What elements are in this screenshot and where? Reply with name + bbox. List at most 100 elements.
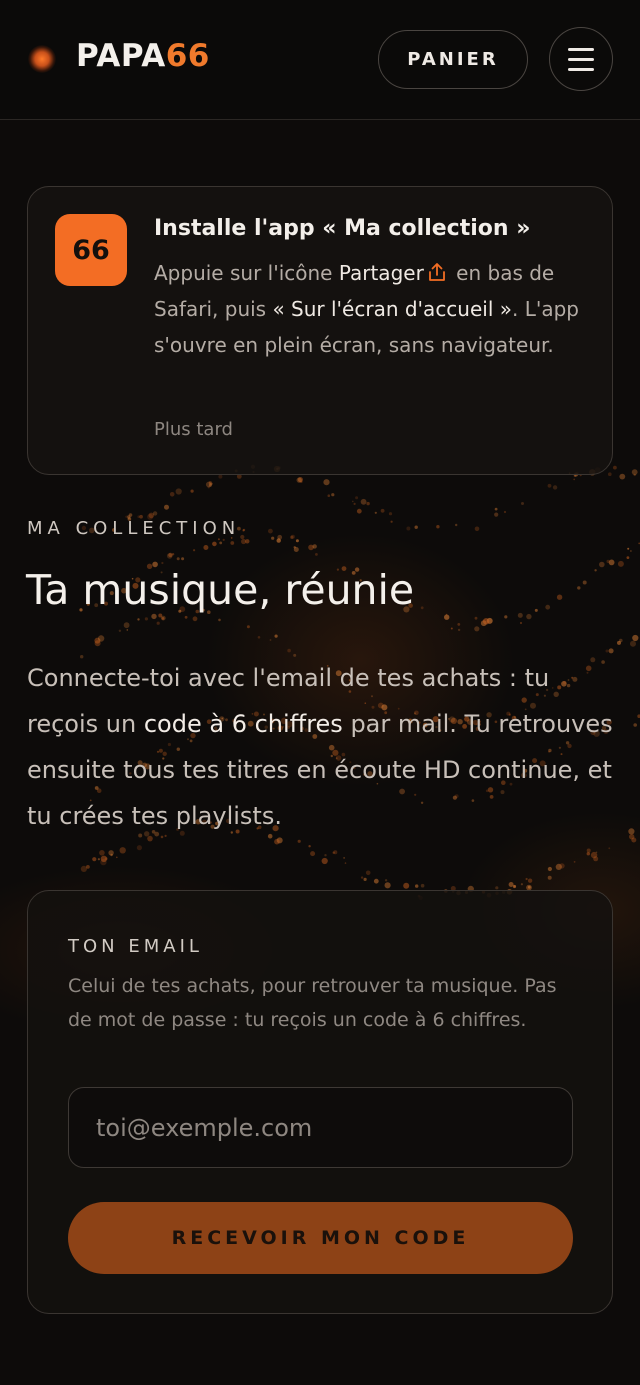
logo-accent: 66 (165, 38, 210, 74)
particle-dot (494, 507, 498, 511)
particle-dot (633, 723, 637, 727)
particle-dot (363, 877, 367, 881)
particle-dot (343, 857, 345, 859)
particle-dot (626, 556, 630, 559)
particle-dot (547, 866, 553, 872)
particle-dot (208, 481, 212, 485)
menu-button[interactable] (549, 27, 613, 91)
particle-dot (586, 852, 590, 856)
particle-dot (593, 856, 599, 862)
particle-dot (212, 541, 217, 547)
particle-dot (608, 472, 612, 476)
particle-dot (608, 847, 611, 850)
particle-dot (384, 882, 391, 889)
app-badge-icon: 66 (55, 214, 127, 286)
particle-dot (123, 622, 130, 629)
particle-dot (290, 534, 295, 539)
login-form-card: TON EMAIL Celui de tes achats, pour retr… (27, 890, 613, 1314)
particle-dot (415, 884, 419, 888)
particle-dot (116, 856, 118, 859)
particle-dot (508, 882, 514, 887)
hero-description: Connecte-toi avec l'email de tes achats … (27, 655, 622, 839)
particle-dot (606, 559, 610, 563)
particle-dot (582, 580, 587, 585)
particle-dot (486, 617, 493, 624)
particle-dot (297, 839, 301, 843)
particle-dot (274, 634, 278, 638)
particle-dot (474, 526, 480, 532)
particle-dot (520, 883, 524, 886)
particle-dot (240, 534, 245, 540)
particle-dot (274, 838, 280, 845)
particle-dot (344, 862, 347, 864)
particle-dot (208, 483, 212, 487)
particle-dot (276, 538, 281, 543)
particle-dot (230, 541, 235, 545)
site-header: PAPA66 PANIER (0, 0, 640, 120)
particle-dot (168, 552, 173, 558)
particle-dot (327, 494, 331, 497)
particle-dot (86, 865, 90, 869)
particle-dot (374, 511, 377, 514)
particle-dot (450, 627, 453, 630)
particle-dot (324, 854, 327, 857)
particle-dot (420, 883, 425, 888)
particle-dot (175, 488, 182, 495)
section-eyebrow: MA COLLECTION (27, 518, 241, 539)
particle-dot (631, 837, 637, 843)
particle-dot (628, 828, 635, 835)
particle-dot (494, 512, 499, 517)
particle-dot (243, 528, 246, 531)
share-label: Partager (338, 261, 424, 285)
logo-glow-icon (28, 45, 56, 73)
particle-dot (97, 635, 105, 642)
particle-dot (599, 561, 605, 568)
particle-dot (136, 845, 142, 851)
particle-dot (290, 535, 294, 539)
particle-dot (631, 469, 638, 475)
particle-dot (118, 629, 122, 632)
cart-button[interactable]: PANIER (378, 30, 528, 89)
particle-dot (380, 508, 385, 513)
particle-dot (403, 882, 410, 889)
particle-dot (156, 621, 160, 625)
particle-dot (242, 529, 245, 532)
particle-dot (176, 557, 180, 561)
particle-dot (525, 877, 528, 881)
particle-dot (552, 485, 558, 490)
particle-dot (519, 621, 523, 625)
particle-dot (241, 538, 247, 545)
particle-dot (257, 636, 261, 639)
later-button[interactable]: Plus tard (154, 419, 233, 440)
particle-dot (559, 863, 565, 869)
particle-dot (444, 614, 450, 620)
particle-dot (310, 851, 316, 857)
particle-dot (321, 857, 328, 865)
particle-dot (352, 500, 354, 503)
particle-dot (119, 847, 126, 854)
particle-dot (190, 489, 194, 493)
particle-dot (297, 477, 303, 483)
particle-dot (590, 851, 598, 859)
particle-dot (171, 553, 175, 556)
particle-dot (137, 618, 140, 621)
particle-dot (296, 477, 302, 483)
logo-main: PAPA (76, 38, 166, 74)
particle-dot (455, 523, 458, 527)
particle-dot (100, 858, 107, 866)
particle-dot (164, 504, 169, 510)
particle-dot (534, 608, 538, 612)
particle-dot (160, 615, 166, 621)
receive-code-button[interactable]: RECEVOIR MON CODE (68, 1202, 573, 1274)
particle-dot (332, 851, 335, 854)
email-field[interactable] (68, 1087, 573, 1168)
particle-dot (245, 539, 250, 544)
particle-dot (308, 845, 311, 848)
particle-dot (436, 525, 440, 529)
site-logo[interactable]: PAPA66 (76, 38, 210, 74)
particle-dot (594, 569, 597, 572)
particle-dot (406, 526, 411, 531)
particle-dot (577, 586, 581, 590)
particle-dot (126, 629, 129, 631)
particle-dot (390, 520, 393, 523)
